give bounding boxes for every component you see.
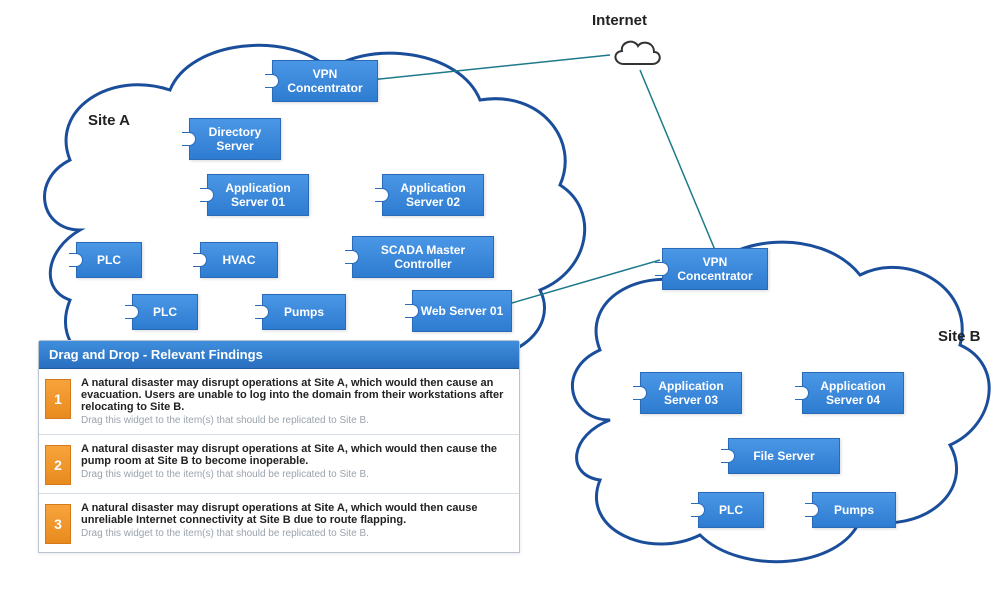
node-app-server-04[interactable]: Application Server 04 <box>802 372 904 414</box>
node-label: Web Server 01 <box>421 304 504 318</box>
finding-text: A natural disaster may disrupt operation… <box>81 502 509 526</box>
line-internet-vpnB <box>640 70 715 250</box>
node-hvac[interactable]: HVAC <box>200 242 278 278</box>
node-scada[interactable]: SCADA Master Controller <box>352 236 494 278</box>
node-label: Application Server 01 <box>214 181 302 210</box>
finding-hint: Drag this widget to the item(s) that sho… <box>81 415 509 426</box>
findings-panel-header: Drag and Drop - Relevant Findings <box>39 341 519 369</box>
node-plc-a1[interactable]: PLC <box>76 242 142 278</box>
node-label: VPN Concentrator <box>279 67 371 96</box>
finding-hint: Drag this widget to the item(s) that sho… <box>81 528 509 539</box>
node-label: HVAC <box>222 253 255 267</box>
node-plc-b[interactable]: PLC <box>698 492 764 528</box>
node-pumps-b[interactable]: Pumps <box>812 492 896 528</box>
finding-item[interactable]: 3 A natural disaster may disrupt operati… <box>39 494 519 552</box>
node-app-server-01[interactable]: Application Server 01 <box>207 174 309 216</box>
node-label: Pumps <box>834 503 874 517</box>
node-vpn-concentrator-a[interactable]: VPN Concentrator <box>272 60 378 102</box>
findings-panel: Drag and Drop - Relevant Findings 1 A na… <box>38 340 520 553</box>
line-vpnA-internet <box>370 55 610 80</box>
node-label: VPN Concentrator <box>669 255 761 284</box>
node-directory-server[interactable]: Directory Server <box>189 118 281 160</box>
node-app-server-02[interactable]: Application Server 02 <box>382 174 484 216</box>
label-site-b: Site B <box>938 328 981 345</box>
node-web-server-01[interactable]: Web Server 01 <box>412 290 512 332</box>
node-label: SCADA Master Controller <box>359 243 487 272</box>
finding-badge: 1 <box>45 379 71 419</box>
node-label: PLC <box>719 503 743 517</box>
finding-hint: Drag this widget to the item(s) that sho… <box>81 469 509 480</box>
node-label: File Server <box>753 449 814 463</box>
node-label: Application Server 04 <box>809 379 897 408</box>
node-file-server[interactable]: File Server <box>728 438 840 474</box>
label-internet: Internet <box>592 12 647 29</box>
finding-text: A natural disaster may disrupt operation… <box>81 377 509 413</box>
node-label: Directory Server <box>196 125 274 154</box>
node-app-server-03[interactable]: Application Server 03 <box>640 372 742 414</box>
node-label: PLC <box>97 253 121 267</box>
finding-item[interactable]: 2 A natural disaster may disrupt operati… <box>39 435 519 494</box>
finding-item[interactable]: 1 A natural disaster may disrupt operati… <box>39 369 519 435</box>
finding-badge: 3 <box>45 504 71 544</box>
node-plc-a2[interactable]: PLC <box>132 294 198 330</box>
finding-text: A natural disaster may disrupt operation… <box>81 443 509 467</box>
node-vpn-concentrator-b[interactable]: VPN Concentrator <box>662 248 768 290</box>
node-label: Pumps <box>284 305 324 319</box>
cloud-site-b <box>572 242 989 562</box>
node-pumps-a[interactable]: Pumps <box>262 294 346 330</box>
label-site-a: Site A <box>88 112 130 129</box>
node-label: Application Server 03 <box>647 379 735 408</box>
node-label: Application Server 02 <box>389 181 477 210</box>
cloud-internet-icon <box>608 36 664 72</box>
finding-badge: 2 <box>45 445 71 485</box>
node-label: PLC <box>153 305 177 319</box>
